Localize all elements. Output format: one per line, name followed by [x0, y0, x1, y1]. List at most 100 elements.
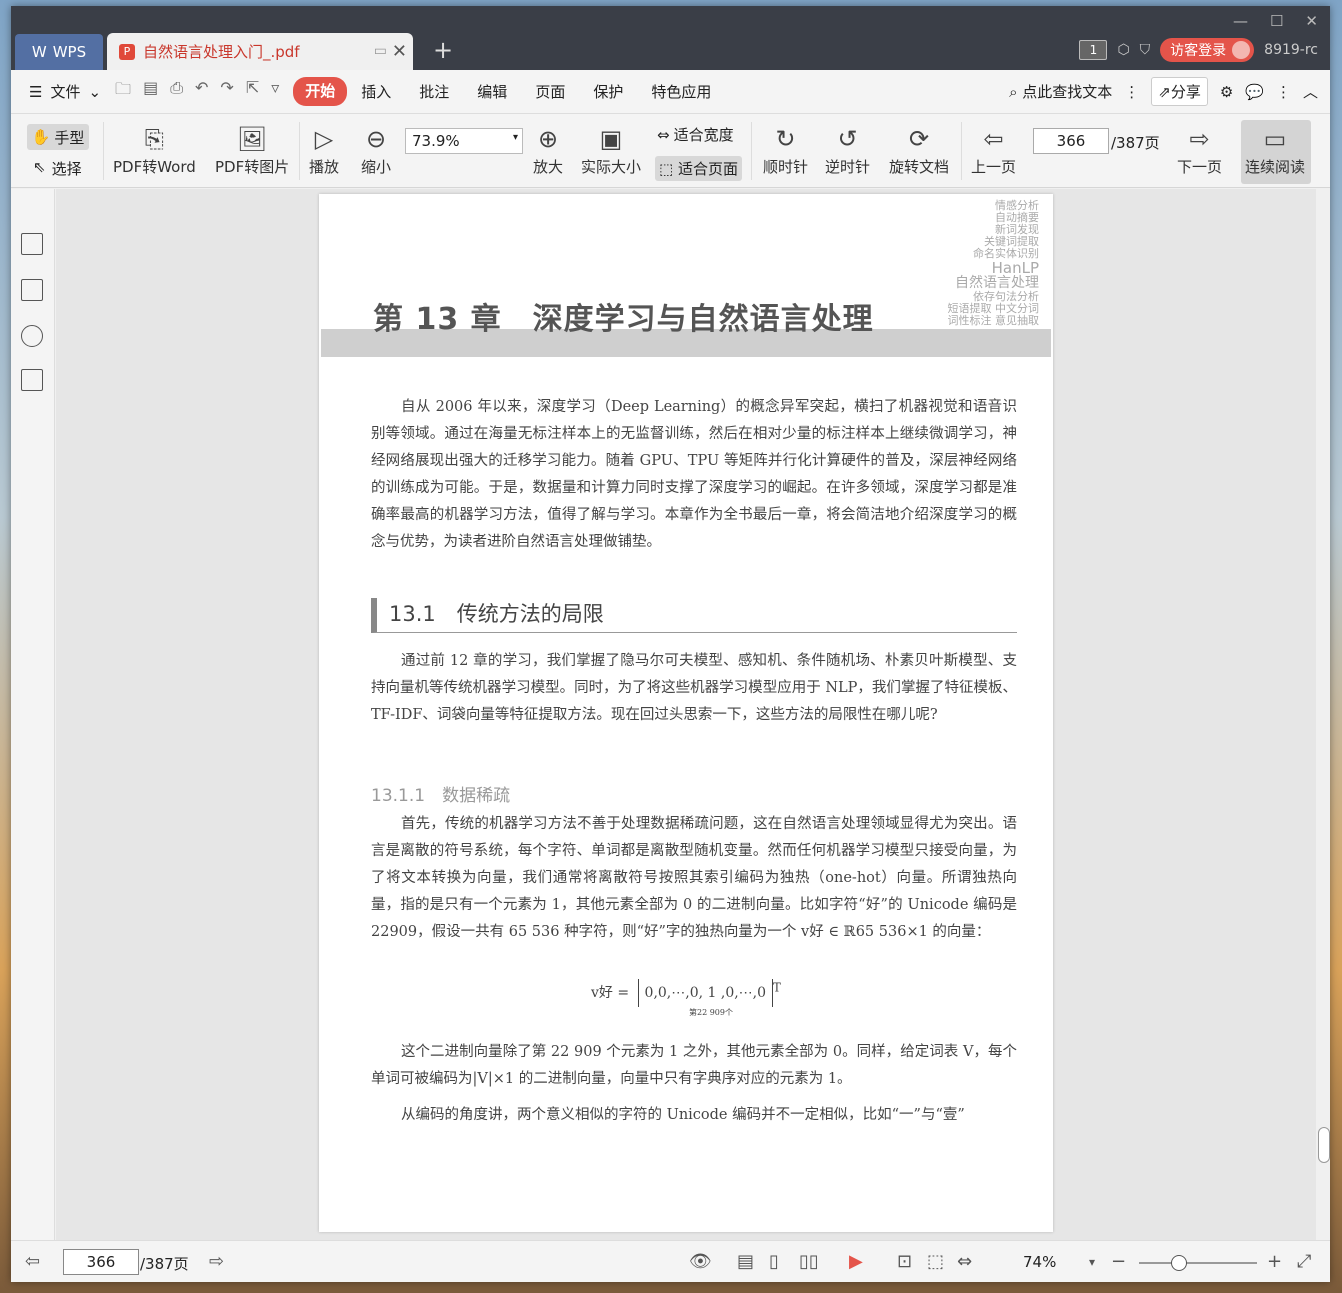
- vertical-scrollbar[interactable]: [1316, 189, 1330, 1240]
- fullscreen-icon[interactable]: ⤢: [1297, 1251, 1311, 1272]
- avatar: [1232, 41, 1251, 59]
- login-button[interactable]: 访客登录: [1160, 38, 1255, 62]
- zoom-slider[interactable]: [1139, 1255, 1257, 1271]
- rotate-ccw-icon: ↺: [837, 125, 858, 153]
- more-icon[interactable]: ⋮: [1124, 83, 1139, 101]
- pdf-to-word-button[interactable]: ⎘ PDF转Word: [113, 122, 196, 177]
- tab-special[interactable]: 特色应用: [637, 77, 725, 106]
- tab-insert[interactable]: 插入: [347, 77, 405, 106]
- rotate-doc-button[interactable]: ⟳ 旋转文档: [889, 122, 949, 177]
- user-id: 8919-rc: [1264, 42, 1318, 58]
- continuous-read-icon: ▭: [1263, 125, 1287, 153]
- zoom-slider-knob[interactable]: [1171, 1255, 1187, 1271]
- zoom-select[interactable]: 73.9% ▾: [405, 128, 523, 154]
- tab-wps-home[interactable]: W WPS: [15, 34, 103, 70]
- hamburger-icon: ☰: [29, 82, 43, 101]
- double-page-icon[interactable]: ▯▯: [799, 1251, 819, 1272]
- tab-protect[interactable]: 保护: [579, 77, 637, 106]
- status-zoom[interactable]: 74%: [1023, 1253, 1056, 1271]
- zoom-dropdown-icon[interactable]: ▾: [1089, 1255, 1095, 1269]
- signature-icon[interactable]: [21, 369, 43, 391]
- next-page-icon[interactable]: ⇨: [209, 1251, 224, 1272]
- zoom-in-icon[interactable]: +: [1267, 1251, 1282, 1272]
- actual-size-icon[interactable]: ⊡: [897, 1251, 912, 1272]
- close-tab-icon[interactable]: ✕: [392, 41, 407, 62]
- continuous-view-icon[interactable]: ▤: [737, 1251, 754, 1272]
- fit-page-icon: ⬚: [659, 160, 678, 178]
- search-text-button[interactable]: ⌕ 点此查找文本: [1009, 81, 1112, 102]
- status-page-input[interactable]: 366: [63, 1249, 139, 1275]
- tab-start[interactable]: 开始: [293, 77, 348, 106]
- tab-annotate[interactable]: 批注: [405, 77, 463, 106]
- collapse-ribbon-icon[interactable]: ︿: [1303, 81, 1318, 102]
- rotate-cw-button[interactable]: ↻ 顺时针: [763, 122, 808, 177]
- chevron-down-icon: ⌄: [88, 82, 102, 101]
- tab-document[interactable]: P 自然语言处理入门_.pdf ▭ ✕: [107, 33, 413, 70]
- chevron-down-icon: ▾: [512, 132, 518, 143]
- prev-page-icon[interactable]: ⇦: [25, 1251, 40, 1272]
- actual-size-button[interactable]: ▣ 实际大小: [581, 122, 641, 177]
- fit-width-icon: ⇔: [657, 125, 670, 144]
- play-button[interactable]: ▷ 播放: [309, 122, 339, 177]
- more-vertical-icon[interactable]: ⋮: [1276, 83, 1291, 101]
- fit-page-icon[interactable]: ⬚: [927, 1251, 944, 1272]
- fit-width-icon[interactable]: ⇔: [957, 1251, 972, 1272]
- next-page-button[interactable]: ⇨ 下一页: [1177, 122, 1222, 177]
- open-folder-icon[interactable]: 🗀: [115, 78, 131, 105]
- hand-icon: ✋: [31, 128, 51, 146]
- minimize-icon[interactable]: —: [1233, 12, 1248, 30]
- pin-icon[interactable]: ▭: [374, 43, 387, 59]
- zoom-in-button[interactable]: ⊕ 放大: [533, 122, 563, 177]
- fit-width-button[interactable]: ⇔ 适合宽度: [657, 124, 734, 145]
- continuous-read-label-wrap: ▭ 连续阅读: [1245, 122, 1305, 177]
- formula-vector: 0,0,⋯,0, 1 ,0,⋯,0: [637, 979, 774, 1007]
- paragraph: 通过前 12 章的学习，我们掌握了隐马尔可夫模型、感知机、条件随机场、朴素贝叶斯…: [371, 653, 1017, 723]
- cloud-word: 自然语言处理: [955, 275, 1039, 291]
- pdf-to-image-button[interactable]: 🖼 PDF转图片: [215, 122, 289, 177]
- print-icon[interactable]: ⎙: [170, 78, 183, 105]
- new-tab-button[interactable]: +: [433, 36, 453, 64]
- play-icon[interactable]: ▶: [849, 1251, 863, 1272]
- page-number-input[interactable]: 366: [1033, 128, 1109, 154]
- prev-page-button[interactable]: ⇦ 上一页: [971, 122, 1016, 177]
- save-icon[interactable]: ▤: [143, 78, 158, 105]
- zoom-in-icon: ⊕: [537, 125, 559, 153]
- tab-page[interactable]: 页面: [521, 77, 579, 106]
- cloud-word: HanLP: [991, 259, 1039, 277]
- export-icon[interactable]: ⇱: [246, 78, 259, 105]
- arrow-right-icon: ⇨: [1189, 125, 1210, 153]
- thumbnail-icon[interactable]: [21, 279, 43, 301]
- separator: [961, 122, 962, 180]
- tab-edit[interactable]: 编辑: [463, 77, 521, 106]
- comment-icon[interactable]: 💬: [1245, 83, 1264, 101]
- zoom-out-icon[interactable]: −: [1111, 1251, 1126, 1272]
- close-window-icon[interactable]: ✕: [1305, 12, 1318, 30]
- file-menu[interactable]: ☰ 文件 ⌄: [29, 81, 101, 102]
- window-count-badge[interactable]: 1: [1079, 40, 1108, 60]
- rotate-ccw-button[interactable]: ↺ 逆时针: [825, 122, 870, 177]
- hand-tool-button[interactable]: ✋ 手型: [27, 124, 89, 150]
- skin-icon[interactable]: ⬡: [1117, 42, 1129, 58]
- outline-icon[interactable]: [21, 233, 43, 255]
- select-tool-button[interactable]: ⇖ 选择: [33, 158, 82, 179]
- single-page-icon[interactable]: ▯: [769, 1251, 779, 1272]
- more-dropdown-icon[interactable]: ▿: [271, 78, 279, 105]
- cursor-icon: ⇖: [33, 158, 46, 176]
- separator: [103, 122, 104, 180]
- settings-icon[interactable]: ⚙: [1220, 83, 1233, 101]
- annotation-icon[interactable]: [21, 325, 43, 347]
- eye-protect-icon[interactable]: 👁: [689, 1251, 712, 1272]
- share-button[interactable]: ⇗分享: [1151, 77, 1208, 106]
- redo-icon[interactable]: ↷: [220, 78, 233, 105]
- fit-page-button[interactable]: ⬚ 适合页面: [655, 156, 742, 181]
- page-total: /387页: [1111, 134, 1160, 152]
- maximize-icon[interactable]: ☐: [1270, 12, 1283, 30]
- scrollbar-thumb[interactable]: [1318, 1127, 1330, 1163]
- paragraph: 首先，传统的机器学习方法不善于处理数据稀疏问题，这在自然语言处理领域显得尤为突出…: [371, 816, 1017, 940]
- subsection-heading: 13.1.1 数据稀疏: [371, 786, 511, 806]
- document-canvas[interactable]: 情感分析 自动摘要 新词发现 关键词提取 命名实体识别 HanLP 自然语言处理…: [56, 189, 1316, 1240]
- undo-icon[interactable]: ↶: [195, 78, 208, 105]
- shirt-icon[interactable]: ⛉: [1140, 42, 1151, 58]
- zoom-out-button[interactable]: ⊖ 缩小: [361, 122, 391, 177]
- formula-transpose: T: [773, 980, 781, 995]
